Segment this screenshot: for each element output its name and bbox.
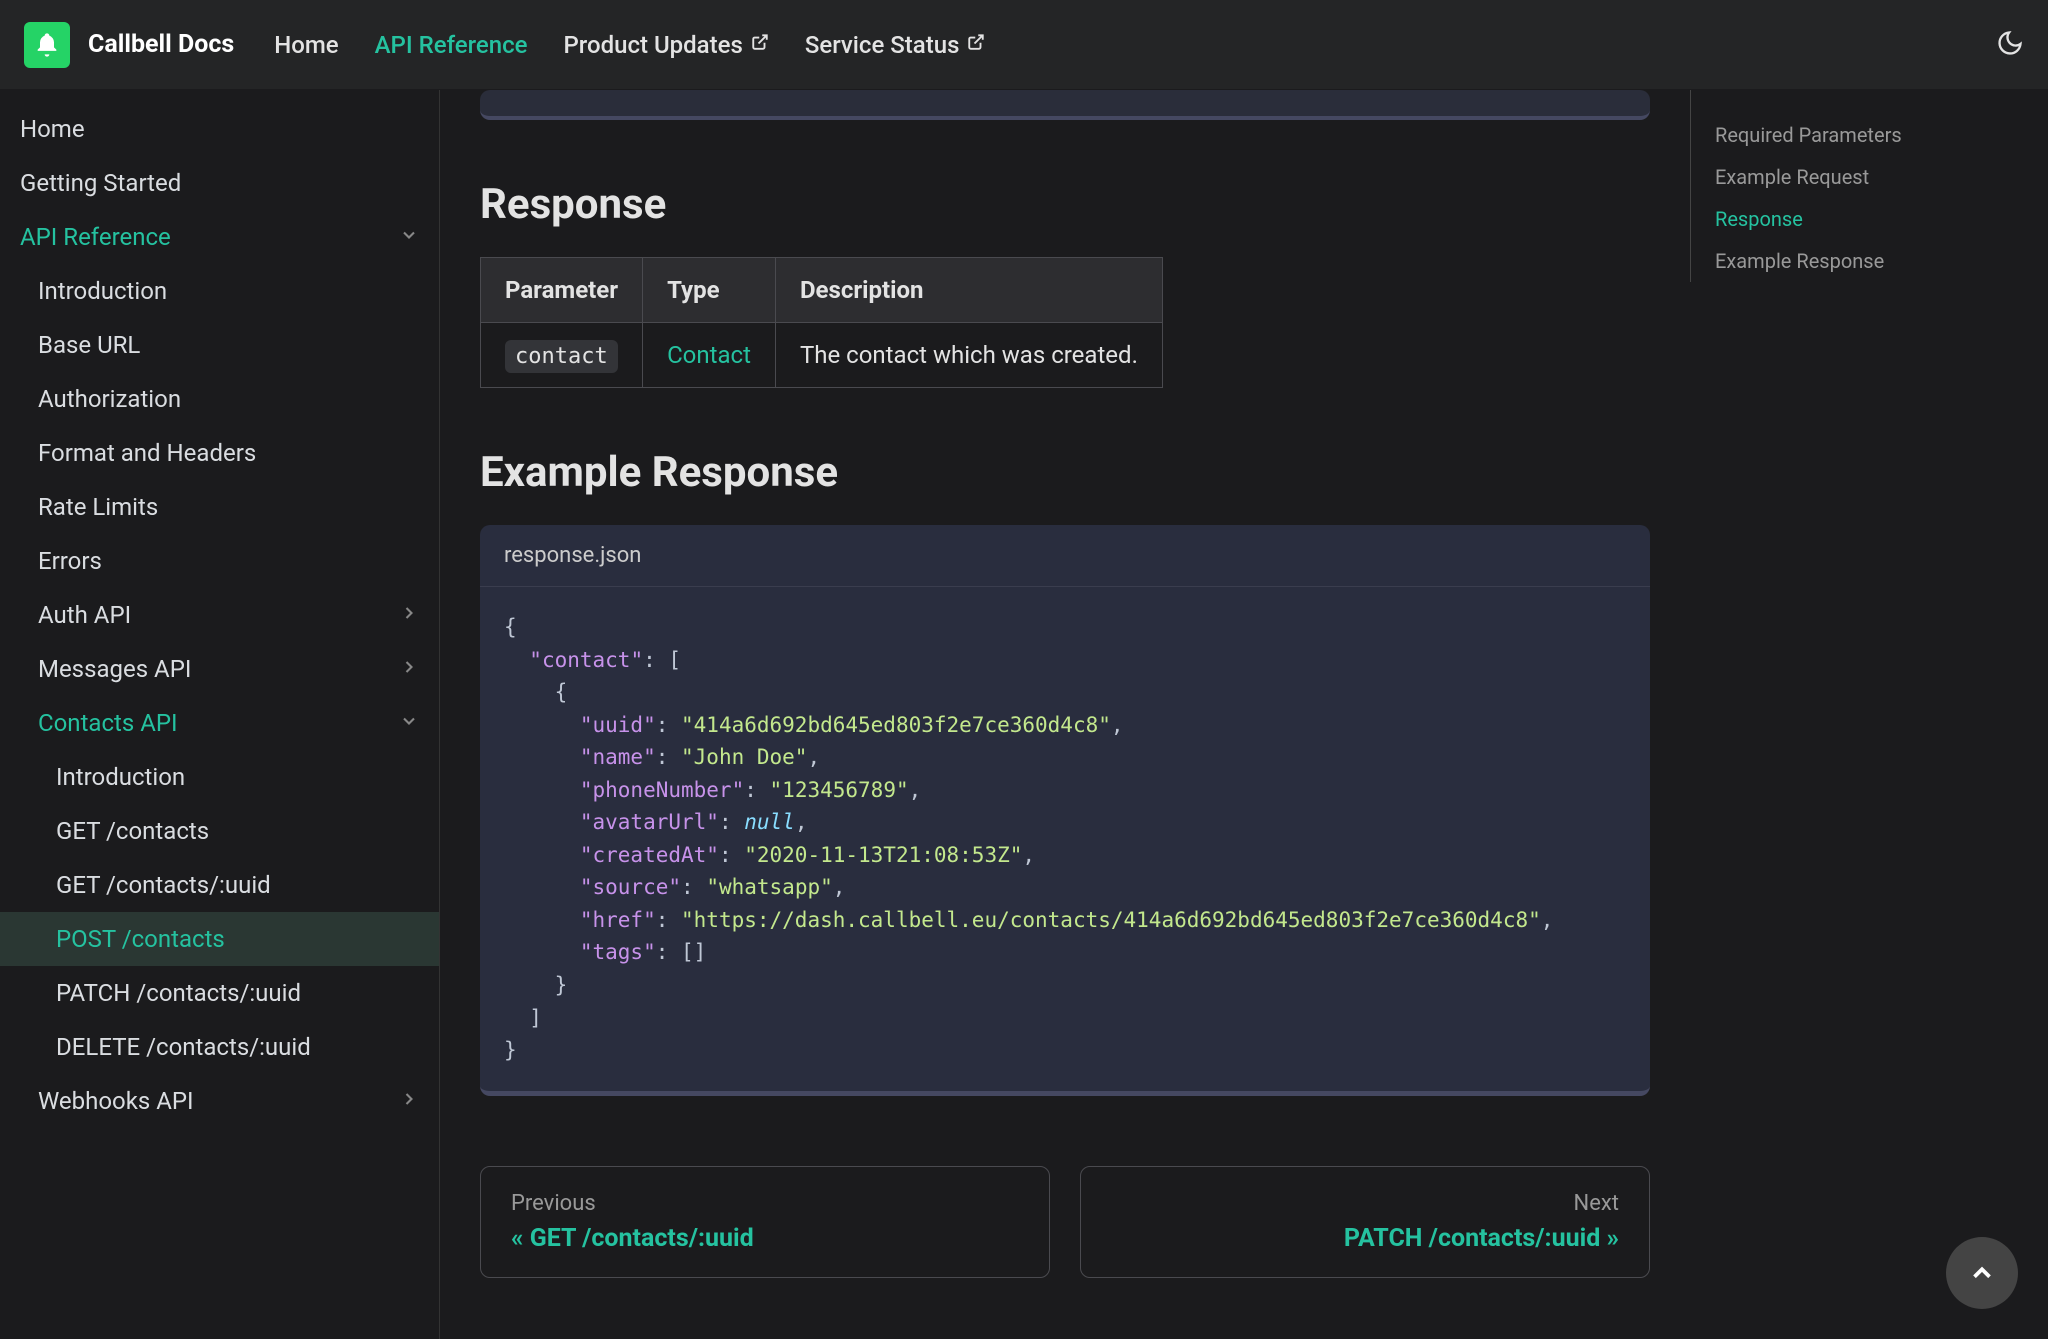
sidebar-item-label: Getting Started xyxy=(20,169,181,197)
chevron-right-icon xyxy=(399,1089,419,1114)
response-heading: Response xyxy=(480,180,1650,229)
chevron-down-icon xyxy=(399,225,419,250)
sidebar-item-contacts-intro[interactable]: Introduction xyxy=(0,750,439,804)
sidebar-item-label: Contacts API xyxy=(38,709,178,737)
sidebar-item-label: Errors xyxy=(38,547,102,575)
sidebar-item-post-contacts[interactable]: POST /contacts xyxy=(0,912,439,966)
brand-name: Callbell Docs xyxy=(88,30,234,59)
sidebar-item-label: Format and Headers xyxy=(38,439,256,467)
sidebar-item-label: Auth API xyxy=(38,601,131,629)
table-row: contact Contact The contact which was cr… xyxy=(481,323,1163,388)
code-content: { "contact": [ { "uuid": "414a6d692bd645… xyxy=(480,587,1650,1091)
nav-home[interactable]: Home xyxy=(274,31,338,59)
pagination-prev-title: « GET /contacts/:uuid xyxy=(511,1224,1019,1253)
sidebar-item-label: PATCH /contacts/:uuid xyxy=(56,979,301,1007)
sidebar-item-base-url[interactable]: Base URL xyxy=(0,318,439,372)
sidebar-item-label: Messages API xyxy=(38,655,191,683)
sidebar-item-label: API Reference xyxy=(20,223,171,251)
sidebar-item-webhooks-api[interactable]: Webhooks API xyxy=(0,1074,439,1128)
sidebar: Home Getting Started API Reference Intro… xyxy=(0,90,440,1339)
theme-toggle[interactable] xyxy=(1996,29,2024,61)
sidebar-item-auth-api[interactable]: Auth API xyxy=(0,588,439,642)
sidebar-item-label: GET /contacts/:uuid xyxy=(56,871,271,899)
sidebar-item-label: GET /contacts xyxy=(56,817,209,845)
nav-product-updates[interactable]: Product Updates xyxy=(563,31,768,59)
external-link-icon xyxy=(751,33,769,56)
nav-service-status-label: Service Status xyxy=(805,31,960,59)
code-block: response.json { "contact": [ { "uuid": "… xyxy=(480,525,1650,1096)
toc-required-parameters[interactable]: Required Parameters xyxy=(1715,114,1970,156)
sidebar-item-get-contacts-uuid[interactable]: GET /contacts/:uuid xyxy=(0,858,439,912)
response-table: Parameter Type Description contact Conta… xyxy=(480,257,1163,388)
sidebar-item-label: POST /contacts xyxy=(56,925,225,953)
code-filename: response.json xyxy=(480,525,1650,587)
param-code: contact xyxy=(505,340,618,373)
sidebar-item-label: Introduction xyxy=(38,277,167,305)
moon-icon xyxy=(1996,29,2024,57)
table-header-description: Description xyxy=(775,258,1162,323)
bell-icon xyxy=(33,31,61,59)
toc-response[interactable]: Response xyxy=(1715,198,1970,240)
code-block-partial xyxy=(480,90,1650,120)
sidebar-item-delete-contacts-uuid[interactable]: DELETE /contacts/:uuid xyxy=(0,1020,439,1074)
pagination-next-label: Next xyxy=(1111,1191,1619,1216)
sidebar-item-messages-api[interactable]: Messages API xyxy=(0,642,439,696)
chevron-right-icon xyxy=(399,657,419,682)
example-response-heading: Example Response xyxy=(480,448,1650,497)
toc-example-response[interactable]: Example Response xyxy=(1715,240,1970,282)
sidebar-item-api-reference[interactable]: API Reference xyxy=(0,210,439,264)
table-header-type: Type xyxy=(643,258,776,323)
type-link-contact[interactable]: Contact xyxy=(667,341,751,369)
pagination-prev[interactable]: Previous « GET /contacts/:uuid xyxy=(480,1166,1050,1278)
main-content: Response Parameter Type Description cont… xyxy=(440,90,2048,1339)
chevron-right-icon xyxy=(399,603,419,628)
sidebar-item-get-contacts[interactable]: GET /contacts xyxy=(0,804,439,858)
pagination-next[interactable]: Next PATCH /contacts/:uuid » xyxy=(1080,1166,1650,1278)
pagination-prev-label: Previous xyxy=(511,1191,1019,1216)
sidebar-item-authorization[interactable]: Authorization xyxy=(0,372,439,426)
nav-product-updates-label: Product Updates xyxy=(563,31,742,59)
nav-links: Home API Reference Product Updates Servi… xyxy=(274,31,985,59)
sidebar-item-label: Rate Limits xyxy=(38,493,158,521)
navbar: Callbell Docs Home API Reference Product… xyxy=(0,0,2048,90)
pagination: Previous « GET /contacts/:uuid Next PATC… xyxy=(480,1166,1650,1278)
toc-example-request[interactable]: Example Request xyxy=(1715,156,1970,198)
pagination-next-title: PATCH /contacts/:uuid » xyxy=(1111,1224,1619,1253)
table-header-parameter: Parameter xyxy=(481,258,643,323)
sidebar-item-label: Webhooks API xyxy=(38,1087,194,1115)
nav-service-status[interactable]: Service Status xyxy=(805,31,986,59)
logo[interactable] xyxy=(24,22,70,68)
sidebar-item-patch-contacts-uuid[interactable]: PATCH /contacts/:uuid xyxy=(0,966,439,1020)
sidebar-item-contacts-api[interactable]: Contacts API xyxy=(0,696,439,750)
sidebar-item-label: Authorization xyxy=(38,385,181,413)
sidebar-item-home[interactable]: Home xyxy=(0,102,439,156)
chevron-down-icon xyxy=(399,711,419,736)
sidebar-item-format-headers[interactable]: Format and Headers xyxy=(0,426,439,480)
sidebar-item-label: Base URL xyxy=(38,331,140,359)
external-link-icon xyxy=(967,33,985,56)
sidebar-item-errors[interactable]: Errors xyxy=(0,534,439,588)
sidebar-item-getting-started[interactable]: Getting Started xyxy=(0,156,439,210)
table-of-contents: Required Parameters Example Request Resp… xyxy=(1690,90,1970,282)
sidebar-item-rate-limits[interactable]: Rate Limits xyxy=(0,480,439,534)
param-description: The contact which was created. xyxy=(775,323,1162,388)
scroll-to-top-button[interactable] xyxy=(1946,1237,2018,1309)
chevron-up-icon xyxy=(1967,1258,1997,1288)
sidebar-item-label: Introduction xyxy=(56,763,185,791)
sidebar-item-label: DELETE /contacts/:uuid xyxy=(56,1033,311,1061)
nav-api-reference[interactable]: API Reference xyxy=(375,31,528,59)
sidebar-item-introduction[interactable]: Introduction xyxy=(0,264,439,318)
sidebar-item-label: Home xyxy=(20,115,85,143)
